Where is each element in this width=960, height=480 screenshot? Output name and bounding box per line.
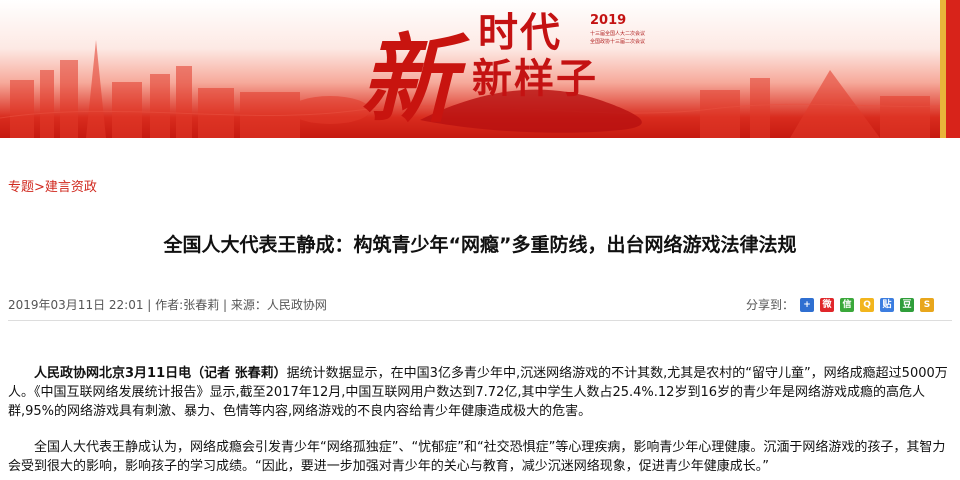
article-source: 来源：人民政协网: [230, 298, 327, 312]
banner-year: 2019: [590, 13, 627, 28]
breadcrumb-section-link[interactable]: 建言资政: [45, 180, 97, 195]
weibo-icon[interactable]: 微: [820, 297, 835, 312]
share-label: 分享到：: [746, 298, 795, 312]
breadcrumb-topic-link[interactable]: 专题: [8, 180, 34, 195]
article-title: 全国人大代表王静成：构筑青少年“网瘾”多重防线，出台网络游戏法律法规: [163, 234, 797, 256]
banner-red-edge: [946, 0, 960, 138]
breadcrumb-separator: >: [34, 180, 45, 195]
banner-title-line1: 时代: [478, 9, 562, 56]
qzone-icon[interactable]: Q: [860, 297, 875, 312]
article-paragraph-1: 人民政协网北京3月11日电（记者 张春莉）据统计数据显示，在中国3亿多青少年中,…: [8, 364, 948, 421]
article-lead: 人民政协网北京3月11日电（记者 张春莉）: [34, 366, 287, 381]
header-banner: 新 时代 新样子 2019 十三届全国人大二次会议 全国政协十三届二次会议: [0, 0, 960, 138]
douban-icon[interactable]: 豆: [900, 297, 915, 312]
article-meta: 2019年03月11日 22:01 | 作者:张春莉 | 来源：人民政协网: [8, 298, 327, 312]
plus-share-icon[interactable]: +: [800, 297, 815, 312]
banner-title-line2: 新样子: [472, 55, 598, 102]
breadcrumb: 专题>建言资政: [8, 176, 97, 195]
share-bar: 分享到： + 微信 Q 贴豆 S: [746, 296, 940, 313]
share-icons: + 微信 Q 贴豆 S: [800, 297, 940, 312]
article-date: 2019年03月11日 22:01: [8, 298, 144, 312]
divider: [8, 320, 952, 321]
banner-big-character: 新: [360, 23, 456, 136]
banner-title: 时代 新样子: [472, 9, 598, 102]
tieba-icon[interactable]: 贴: [880, 297, 895, 312]
sohu-icon[interactable]: S: [920, 297, 935, 312]
banner-subtitle-1: 十三届全国人大二次会议: [590, 31, 646, 37]
article-author: 作者:张春莉: [155, 298, 220, 312]
banner-subtitle-2: 全国政协十三届二次会议: [590, 39, 646, 45]
article-paragraph-2: 全国人大代表王静成认为，网络成瘾会引发青少年“网络孤独症”、“忧郁症”和“社交恐…: [8, 440, 946, 474]
wechat-icon[interactable]: 信: [840, 297, 855, 312]
